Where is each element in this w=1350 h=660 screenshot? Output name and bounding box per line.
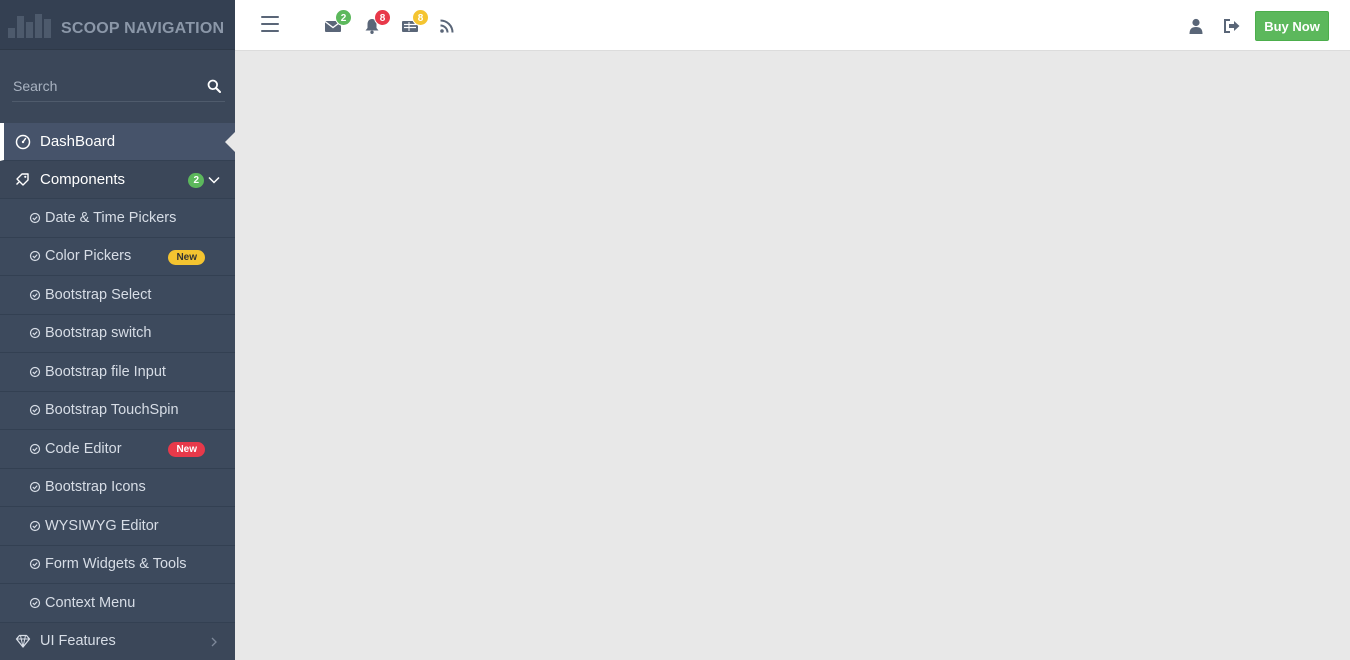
sidebar-item-ui-features[interactable]: UI Features — [0, 623, 235, 660]
menu-toggle-icon[interactable] — [261, 16, 279, 32]
sidebar-subitem-code-editor[interactable]: Code Editor New — [0, 430, 235, 469]
tasks-button[interactable]: 8 — [401, 9, 429, 35]
check-circle-icon — [29, 559, 41, 570]
sidebar-item-label: UI Features — [40, 633, 116, 649]
bar-chart-logo-icon — [8, 12, 51, 38]
sidebar-subitem-label: Bootstrap file Input — [45, 363, 166, 380]
logout-button[interactable] — [1223, 17, 1241, 35]
check-circle-icon — [29, 212, 41, 223]
brand-title: SCOOP NAVIGATION — [61, 19, 225, 37]
sidebar-subitem-bootstrap-select[interactable]: Bootstrap Select — [0, 276, 235, 315]
sidebar-subitem-label: Bootstrap Select — [45, 286, 152, 303]
sidebar-subitem-bootstrap-switch[interactable]: Bootstrap switch — [0, 314, 235, 353]
sidebar-subitem-form-widgets-tools[interactable]: Form Widgets & Tools — [0, 545, 235, 584]
new-badge: New — [168, 249, 205, 265]
diamond-icon — [14, 632, 32, 650]
top-bar: 2 8 8 Buy Now — [235, 0, 1350, 51]
check-circle-icon — [29, 520, 41, 531]
notifications-button[interactable]: 8 — [363, 9, 391, 35]
sidebar-subitem-label: Context Menu — [45, 594, 136, 611]
sidebar-subitem-color-pickers[interactable]: Color Pickers New — [0, 237, 235, 276]
sidebar-subitem-label: Bootstrap TouchSpin — [45, 402, 179, 419]
main-content — [235, 51, 1350, 660]
rss-icon — [440, 19, 454, 33]
new-badge: New — [168, 442, 205, 457]
notifications-count-badge: 8 — [374, 9, 391, 26]
sidebar-subitem-label: WYSIWYG Editor — [45, 517, 159, 534]
tasks-count-badge: 8 — [412, 9, 429, 26]
sidebar-subitem-bootstrap-icons[interactable]: Bootstrap Icons — [0, 468, 235, 507]
sidebar-subitem-label: Form Widgets & Tools — [45, 556, 187, 573]
check-circle-icon — [29, 482, 41, 493]
check-circle-icon — [29, 405, 41, 416]
search-icon[interactable] — [207, 79, 221, 93]
sidebar-subitem-bootstrap-file-input[interactable]: Bootstrap file Input — [0, 353, 235, 392]
sidebar-subitem-wysiwyg-editor[interactable]: WYSIWYG Editor — [0, 507, 235, 546]
components-count-badge: 2 — [188, 173, 204, 188]
sidebar-item-components[interactable]: Components 2 — [0, 161, 235, 199]
sidebar-item-label: DashBoard — [40, 133, 116, 150]
dashboard-icon — [14, 133, 32, 151]
check-circle-icon — [29, 251, 41, 262]
rss-button[interactable] — [438, 17, 456, 35]
messages-count-badge: 2 — [335, 9, 352, 26]
sidebar-subitem-label: Code Editor — [45, 440, 122, 457]
sidebar-subitem-context-menu[interactable]: Context Menu — [0, 584, 235, 623]
sidebar-subitem-label: Bootstrap Icons — [45, 479, 146, 496]
sidebar-search — [0, 50, 235, 124]
check-circle-icon — [29, 289, 41, 300]
check-circle-icon — [29, 328, 41, 339]
sidebar-subitem-date-time-pickers[interactable]: Date & Time Pickers — [0, 199, 235, 238]
user-button[interactable] — [1187, 17, 1205, 35]
user-icon — [1189, 18, 1203, 34]
check-circle-icon — [29, 597, 41, 608]
search-input[interactable] — [12, 74, 225, 102]
check-circle-icon — [29, 443, 41, 454]
sidebar: SCOOP NAVIGATION DashBoard Components 2 … — [0, 0, 235, 660]
buy-now-button[interactable]: Buy Now — [1255, 11, 1329, 41]
chevron-down-icon[interactable] — [207, 173, 221, 187]
chevron-right-icon[interactable] — [207, 635, 221, 649]
sidebar-subitem-label: Bootstrap switch — [45, 325, 152, 342]
sidebar-subitem-label: Color Pickers — [45, 248, 132, 265]
check-circle-icon — [29, 366, 41, 377]
sidebar-subitem-label: Date & Time Pickers — [45, 209, 177, 226]
tag-icon — [14, 171, 32, 189]
sign-out-icon — [1224, 19, 1240, 33]
sidebar-item-label: Components — [40, 171, 126, 188]
sidebar-item-dashboard[interactable]: DashBoard — [0, 123, 235, 161]
sidebar-subitem-bootstrap-touchspin[interactable]: Bootstrap TouchSpin — [0, 391, 235, 430]
sidebar-nav: DashBoard Components 2 Date & Time Picke… — [0, 123, 235, 660]
messages-button[interactable]: 2 — [324, 9, 352, 35]
brand-header: SCOOP NAVIGATION — [0, 0, 235, 50]
